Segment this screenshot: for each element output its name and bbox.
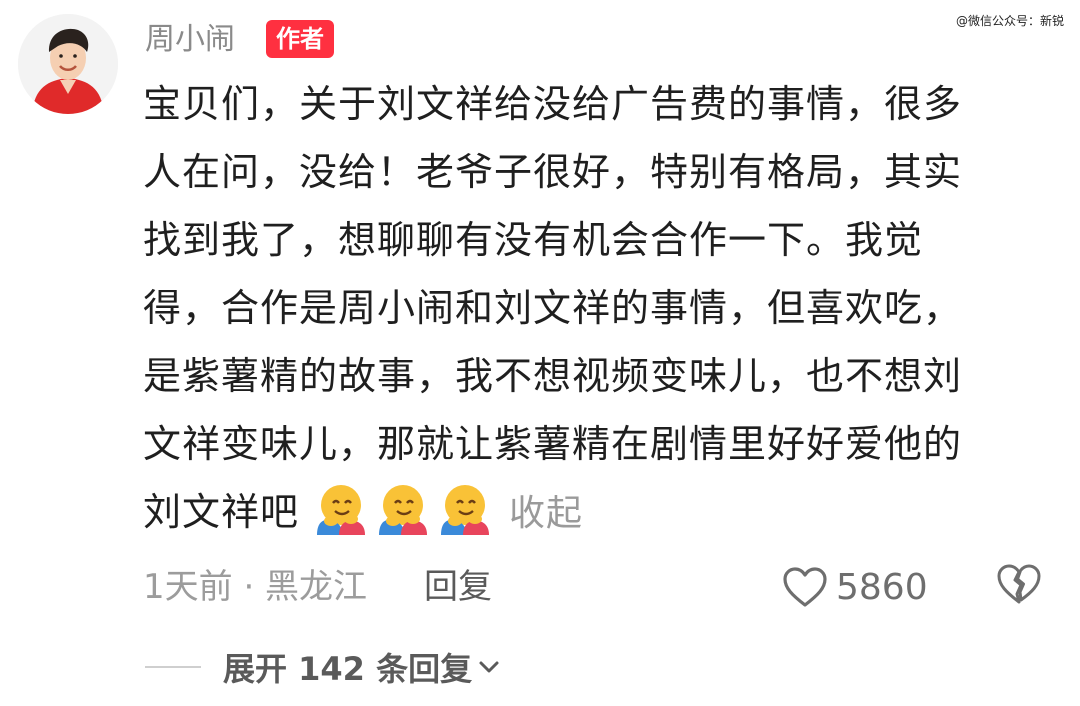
heart-icon — [783, 567, 827, 607]
divider — [145, 666, 201, 668]
expand-replies-button[interactable]: 展开 142 条回复 — [145, 640, 500, 694]
reply-button[interactable]: 回复 — [424, 562, 492, 612]
comment-meta: 1天前 · 黑龙江 — [143, 567, 368, 607]
watermark-text: @微信公众号：新锐 — [955, 14, 1064, 28]
comment-text: 宝贝们，关于刘文祥给没给广告费的事情，很多 人在问，没给！老爷子很好，特别有格局… — [143, 70, 1043, 548]
like-count: 5860 — [836, 566, 928, 608]
hugging-face-emoji — [317, 485, 366, 535]
comment-line: 找到我了，想聊聊有没有机会合作一下。我觉 — [143, 218, 924, 262]
chevron-down-icon — [479, 661, 499, 673]
expand-replies-label: 展开 142 条回复 — [223, 650, 473, 688]
dislike-button[interactable] — [996, 562, 1042, 610]
comment-last-line: 刘文祥吧 收起 — [143, 478, 1043, 548]
hugging-face-emoji — [379, 485, 428, 535]
avatar[interactable] — [18, 14, 118, 114]
author-name[interactable]: 周小闹 — [145, 18, 235, 62]
comment-line: 刘文祥吧 — [143, 490, 300, 534]
comment-line: 得，合作是周小闹和刘文祥的事情，但喜欢吃， — [143, 286, 963, 330]
comment-line: 宝贝们，关于刘文祥给没给广告费的事情，很多 — [143, 82, 963, 126]
comment-line: 是紫薯精的故事，我不想视频变味儿，也不想刘 — [143, 354, 963, 398]
avatar-image — [18, 14, 118, 114]
comment-line: 人在问，没给！老爷子很好，特别有格局，其实 — [143, 150, 963, 194]
comment-line: 文祥变味儿，那就让紫薯精在剧情里好好爱他的 — [143, 422, 963, 466]
like-button[interactable]: 5860 — [782, 560, 928, 614]
hugging-face-emoji — [441, 485, 490, 535]
collapse-link[interactable]: 收起 — [509, 493, 583, 534]
broken-heart-icon — [997, 564, 1041, 604]
author-badge: 作者 — [266, 20, 334, 58]
